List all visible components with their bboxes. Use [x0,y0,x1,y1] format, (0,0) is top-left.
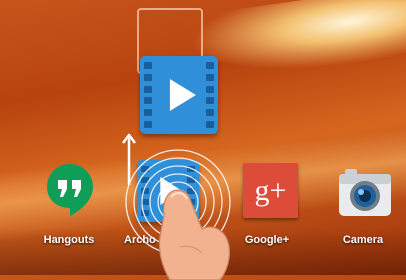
app-label: Hangouts [43,234,95,246]
film-holes-left [144,62,152,128]
finger-pointer-icon [158,189,230,280]
camera-icon [339,169,391,216]
play-icon [169,79,196,111]
google-plus-icon: g+ [243,163,298,218]
dragged-video-app-icon[interactable] [140,56,218,134]
app-label: Camera [342,234,384,246]
hangouts-icon [47,164,93,216]
wallpaper-glow [186,0,406,86]
film-holes-right [206,62,214,128]
